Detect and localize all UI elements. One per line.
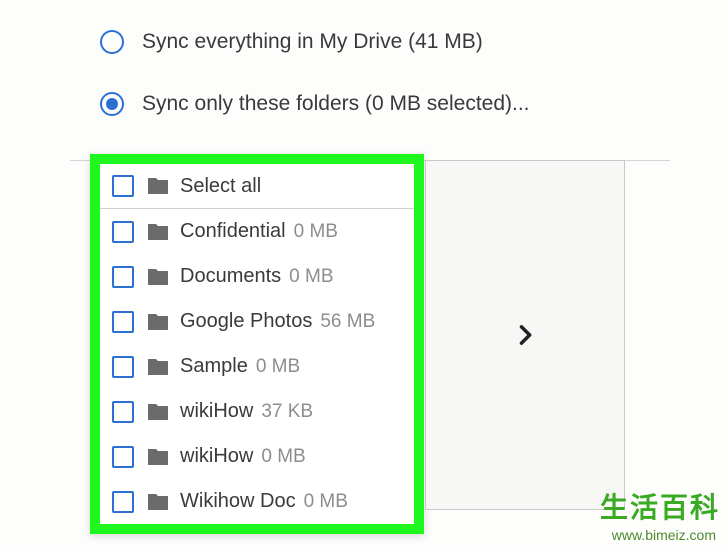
- folder-selection-panel: Select all Confidential 0 MB Documents 0 MB…: [90, 154, 424, 534]
- folder-name: wikiHow: [180, 400, 253, 423]
- folder-name: wikiHow: [180, 445, 253, 468]
- watermark: 生活百科 www.bimeiz.com: [600, 486, 720, 544]
- folder-size: 0 MB: [294, 221, 338, 243]
- folder-list: Confidential 0 MB Documents 0 MB Google Phot…: [100, 209, 414, 524]
- folder-name: Google Photos: [180, 310, 312, 333]
- folder-icon: [146, 355, 170, 379]
- folder-size: 0 MB: [304, 491, 348, 513]
- detail-panel: [425, 160, 625, 510]
- radio-circle-icon: [100, 30, 124, 54]
- checkbox[interactable]: [112, 266, 134, 288]
- folder-name: Wikihow Doc: [180, 490, 296, 513]
- select-all-row[interactable]: Select all: [100, 164, 414, 209]
- radio-selected-dot-icon: [106, 98, 118, 110]
- checkbox[interactable]: [112, 221, 134, 243]
- select-all-label: Select all: [180, 175, 261, 198]
- folder-icon: [146, 265, 170, 289]
- checkbox[interactable]: [112, 311, 134, 333]
- folder-icon: [146, 310, 170, 334]
- folder-size: 37 KB: [261, 401, 313, 423]
- radio-sync-only-folders[interactable]: Sync only these folders (0 MB selected).…: [100, 92, 688, 116]
- folder-icon: [146, 445, 170, 469]
- checkbox[interactable]: [112, 446, 134, 468]
- radio-sync-everything-label: Sync everything in My Drive (41 MB): [142, 30, 483, 54]
- folder-row[interactable]: Wikihow Doc 0 MB: [100, 479, 414, 524]
- folder-row[interactable]: wikiHow 37 KB: [100, 389, 414, 434]
- folder-row[interactable]: Confidential 0 MB: [100, 209, 414, 254]
- folder-size: 0 MB: [261, 446, 305, 468]
- folder-size: 0 MB: [289, 266, 333, 288]
- folder-row[interactable]: Sample 0 MB: [100, 344, 414, 389]
- folder-row[interactable]: wikiHow 0 MB: [100, 434, 414, 479]
- folder-row[interactable]: Documents 0 MB: [100, 254, 414, 299]
- checkbox[interactable]: [112, 491, 134, 513]
- radio-sync-only-label: Sync only these folders (0 MB selected).…: [142, 92, 530, 116]
- radio-circle-icon: [100, 92, 124, 116]
- folder-size: 56 MB: [320, 311, 375, 333]
- watermark-text-cn: 生活百科: [600, 486, 720, 526]
- checkbox[interactable]: [112, 401, 134, 423]
- checkbox[interactable]: [112, 356, 134, 378]
- folder-size: 0 MB: [256, 356, 300, 378]
- watermark-url: www.bimeiz.com: [600, 526, 720, 544]
- folder-row[interactable]: Google Photos 56 MB: [100, 299, 414, 344]
- folder-name: Confidential: [180, 220, 286, 243]
- checkbox[interactable]: [112, 175, 134, 197]
- chevron-right-icon[interactable]: [511, 321, 539, 349]
- folder-icon: [146, 220, 170, 244]
- radio-sync-everything[interactable]: Sync everything in My Drive (41 MB): [100, 30, 688, 54]
- folder-name: Documents: [180, 265, 281, 288]
- folder-icon: [146, 174, 170, 198]
- folder-name: Sample: [180, 355, 248, 378]
- folder-icon: [146, 490, 170, 514]
- folder-icon: [146, 400, 170, 424]
